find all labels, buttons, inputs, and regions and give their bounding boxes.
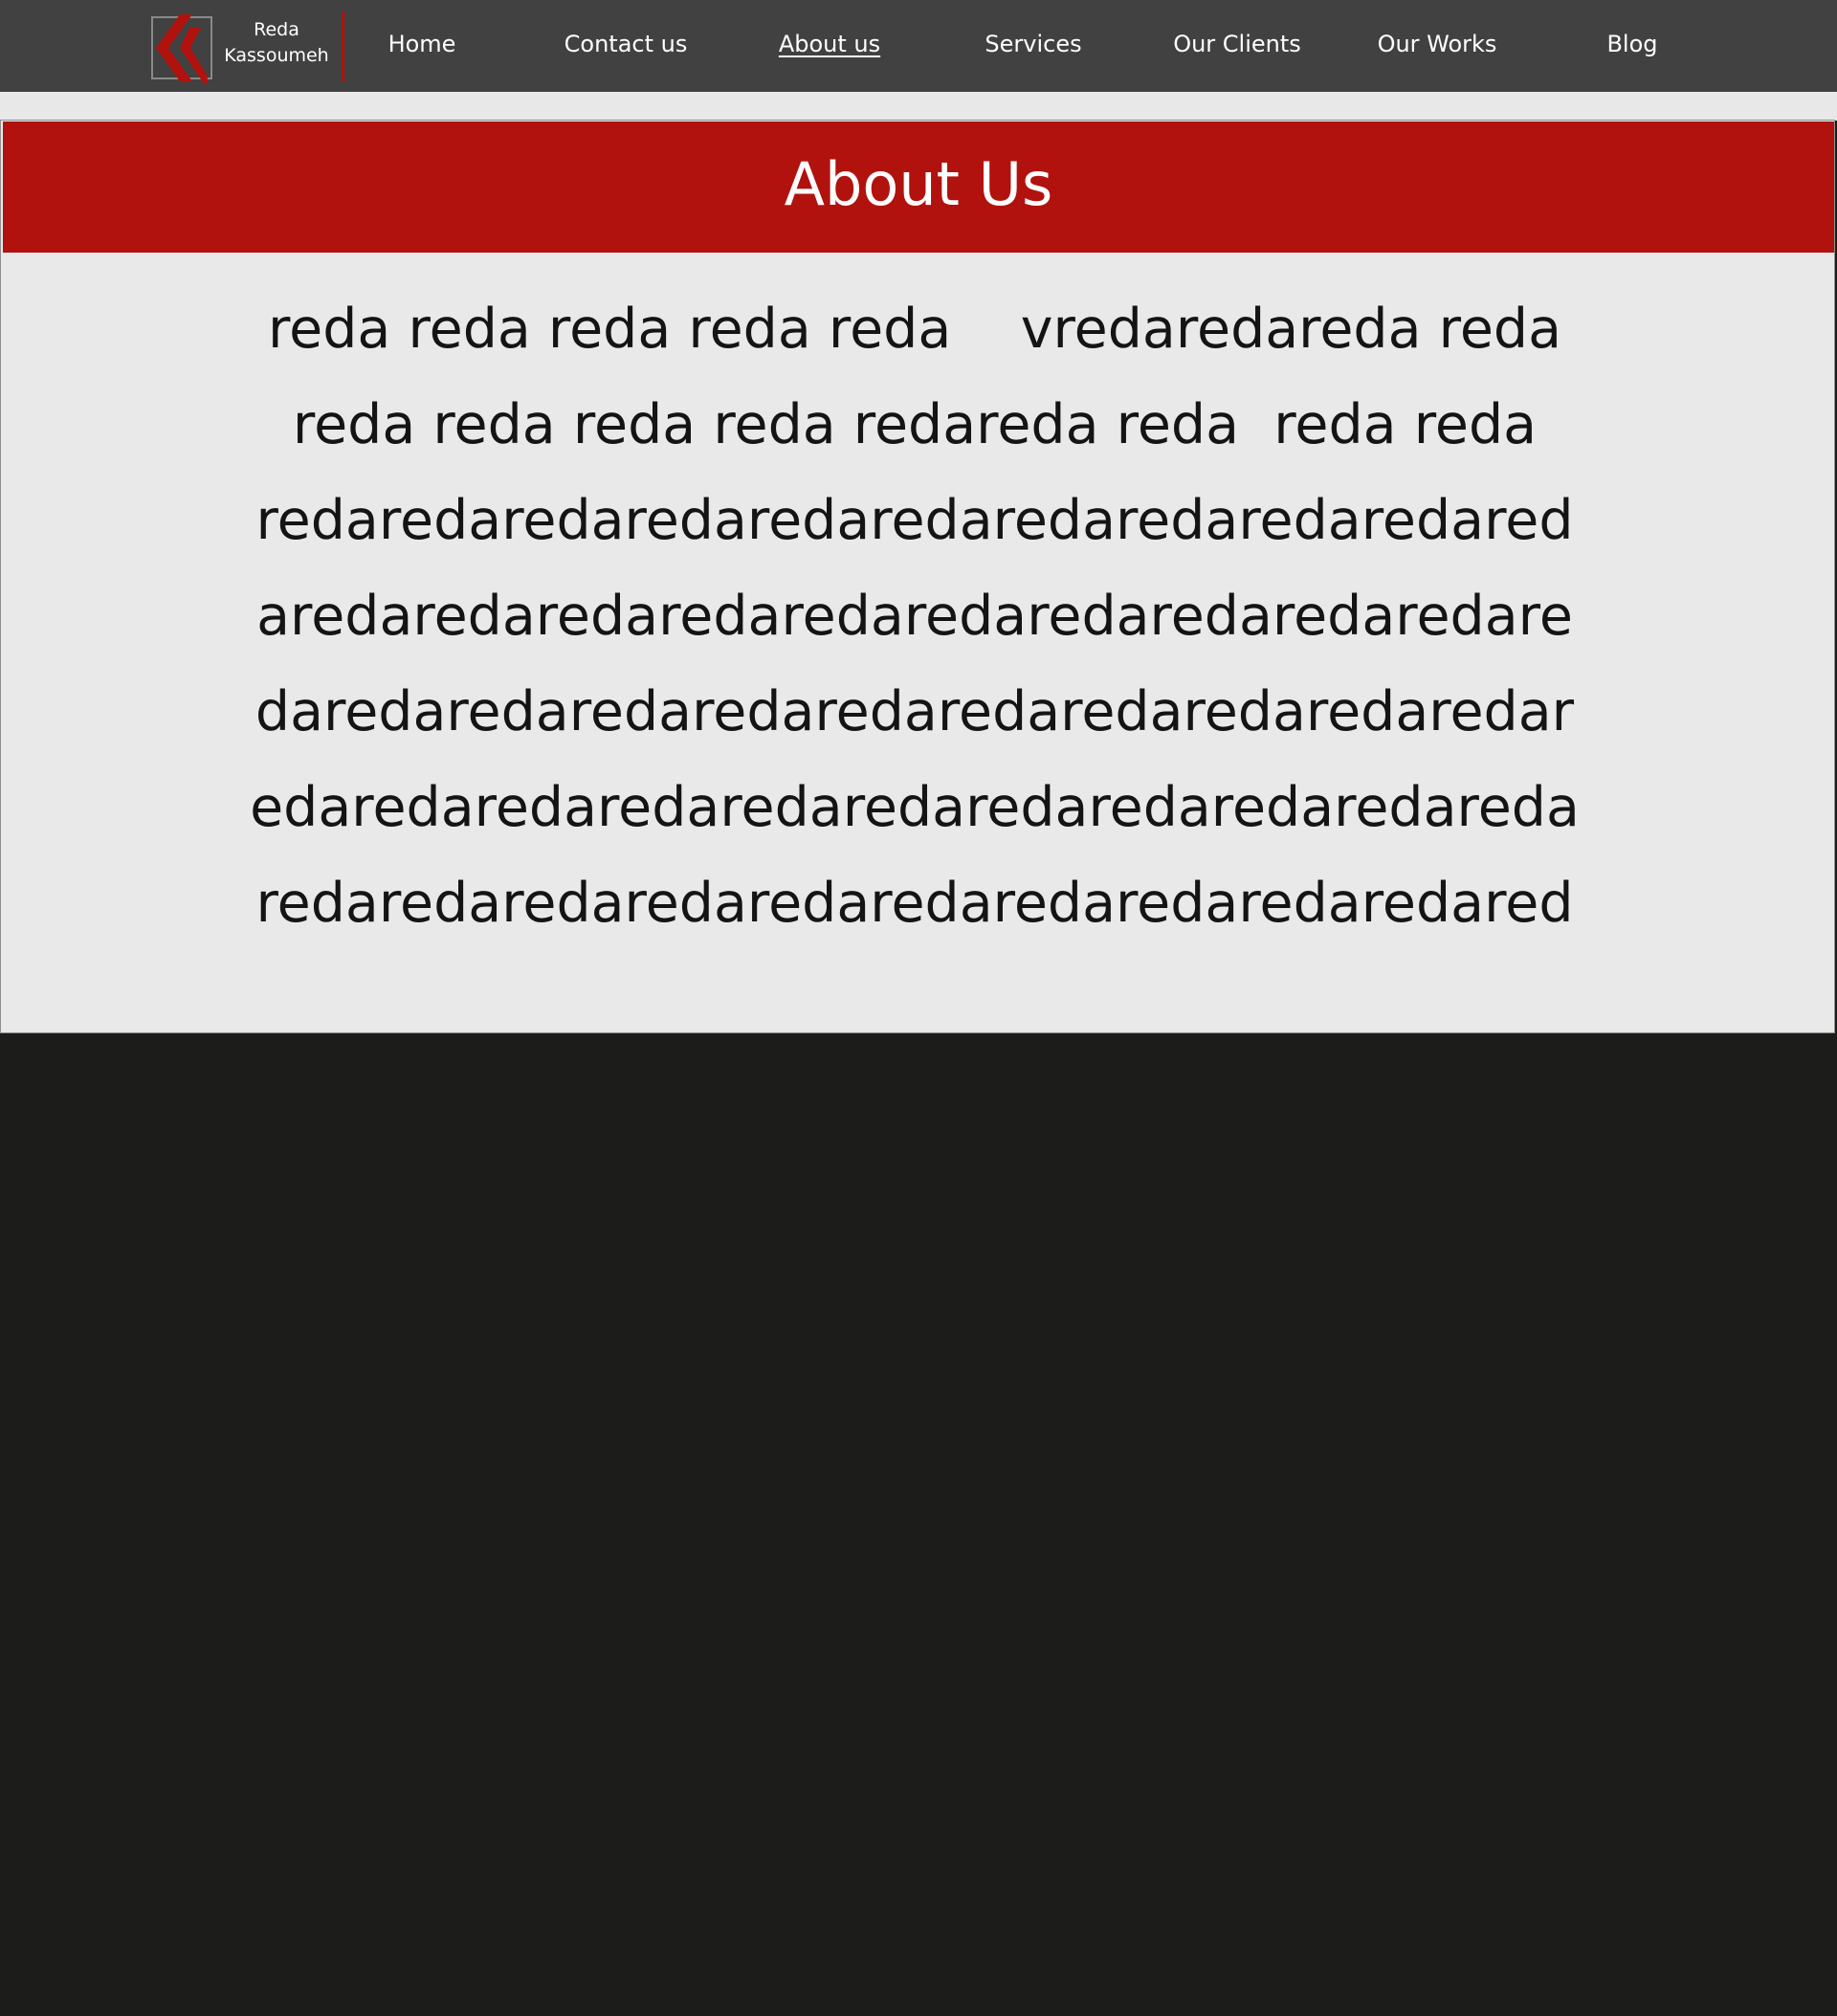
nav-our-clients[interactable]: Our Clients [1173, 30, 1301, 58]
body-line: reda reda reda reda reda vredaredareda r… [267, 298, 1562, 361]
body-line: edaredaredaredaredaredaredaredaredaredar… [250, 776, 1580, 839]
site-logo[interactable]: Reda Kassoumeh [147, 11, 348, 84]
nav-our-works[interactable]: Our Works [1378, 30, 1497, 58]
body-line: redaredaredaredaredaredaredaredaredareda… [255, 489, 1574, 552]
about-section: About Us reda reda reda reda reda vredar… [0, 120, 1835, 1033]
logo-divider [342, 11, 344, 81]
nav-home[interactable]: Home [388, 30, 456, 58]
body-line: daredaredaredaredaredaredaredaredaredare… [255, 680, 1575, 743]
body-line: reda reda reda reda redareda reda reda r… [292, 393, 1538, 456]
body-line: redaredaredaredaredaredaredaredaredareda… [255, 872, 1574, 935]
logo-name-first: Reda [254, 19, 299, 40]
nav-about-us[interactable]: About us [779, 30, 880, 58]
nav-contact-us[interactable]: Contact us [564, 30, 688, 58]
body-line: aredaredaredaredaredaredaredaredaredared… [256, 585, 1573, 648]
nav-services[interactable]: Services [985, 30, 1081, 58]
logo-name-last: Kassoumeh [224, 45, 329, 66]
title-banner: About Us [3, 122, 1834, 253]
top-navigation-bar: Reda Kassoumeh Home Contact us About us … [0, 0, 1837, 92]
page-title: About Us [784, 149, 1053, 219]
header-spacer [0, 92, 1837, 121]
logo-name: Reda Kassoumeh [224, 17, 329, 69]
about-body-text: reda reda reda reda reda vredaredareda r… [183, 281, 1647, 951]
rk-chevron-logo-icon [151, 14, 212, 84]
nav-blog[interactable]: Blog [1606, 30, 1657, 58]
